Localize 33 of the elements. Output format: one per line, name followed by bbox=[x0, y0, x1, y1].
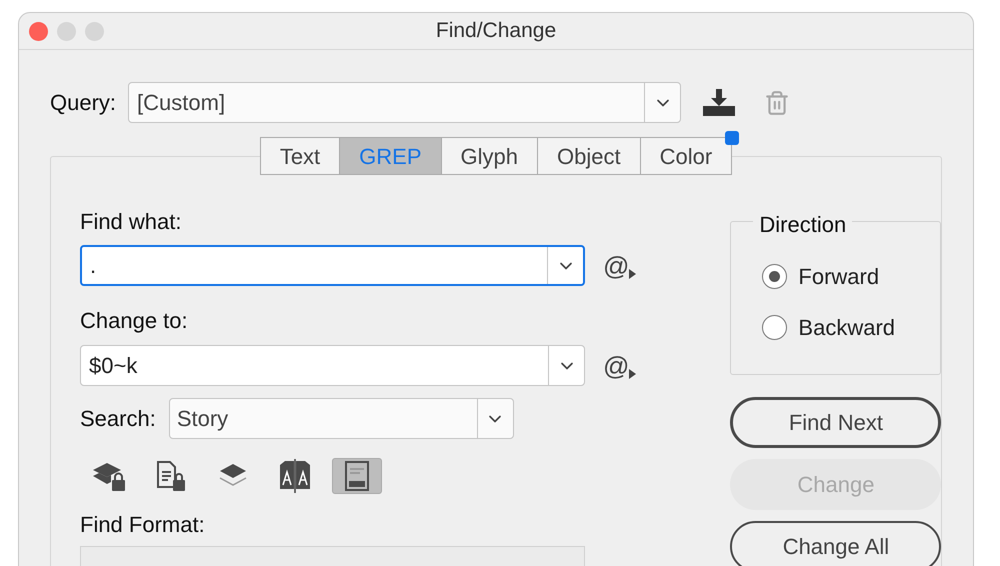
window-title: Find/Change bbox=[436, 18, 556, 44]
tab[interactable]: Glyph bbox=[442, 138, 538, 174]
caret-icon bbox=[629, 268, 636, 278]
tab[interactable]: Text bbox=[260, 138, 340, 174]
tab[interactable]: Color bbox=[640, 138, 732, 174]
special-characters-menu[interactable]: @ bbox=[603, 350, 630, 380]
find-field[interactable]: . bbox=[80, 245, 585, 286]
radio-button[interactable] bbox=[762, 264, 788, 289]
query-label: Query: bbox=[50, 89, 116, 117]
search-label: Search: bbox=[80, 405, 156, 433]
field-value: $0~k bbox=[88, 352, 138, 380]
query-dropdown[interactable]: [Custom] bbox=[128, 82, 682, 123]
radio-label: Forward bbox=[798, 263, 880, 291]
find-what-label: Find what: bbox=[80, 209, 182, 235]
split-letters-icon bbox=[278, 459, 312, 493]
option-toggle[interactable] bbox=[332, 458, 382, 494]
search-dropdown[interactable]: Story bbox=[168, 398, 514, 439]
action-button[interactable]: Change All bbox=[730, 521, 942, 566]
save-icon[interactable] bbox=[702, 88, 736, 116]
radio-button[interactable] bbox=[762, 315, 788, 340]
caret-icon bbox=[629, 368, 636, 378]
field-value: . bbox=[89, 252, 98, 280]
radio-label: Backward bbox=[798, 314, 895, 342]
document-lock-icon bbox=[155, 460, 187, 492]
find-format-label: Find Format: bbox=[80, 512, 205, 538]
action-button[interactable]: Find Next bbox=[730, 397, 942, 448]
tab[interactable]: Object bbox=[538, 138, 640, 174]
layers-lock-icon bbox=[91, 460, 127, 492]
change-to-label: Change to: bbox=[80, 308, 188, 334]
find-field[interactable]: $0~k bbox=[80, 345, 585, 386]
special-characters-menu[interactable]: @ bbox=[603, 250, 630, 280]
close-button[interactable] bbox=[29, 22, 48, 41]
footnote-icon bbox=[344, 460, 370, 492]
